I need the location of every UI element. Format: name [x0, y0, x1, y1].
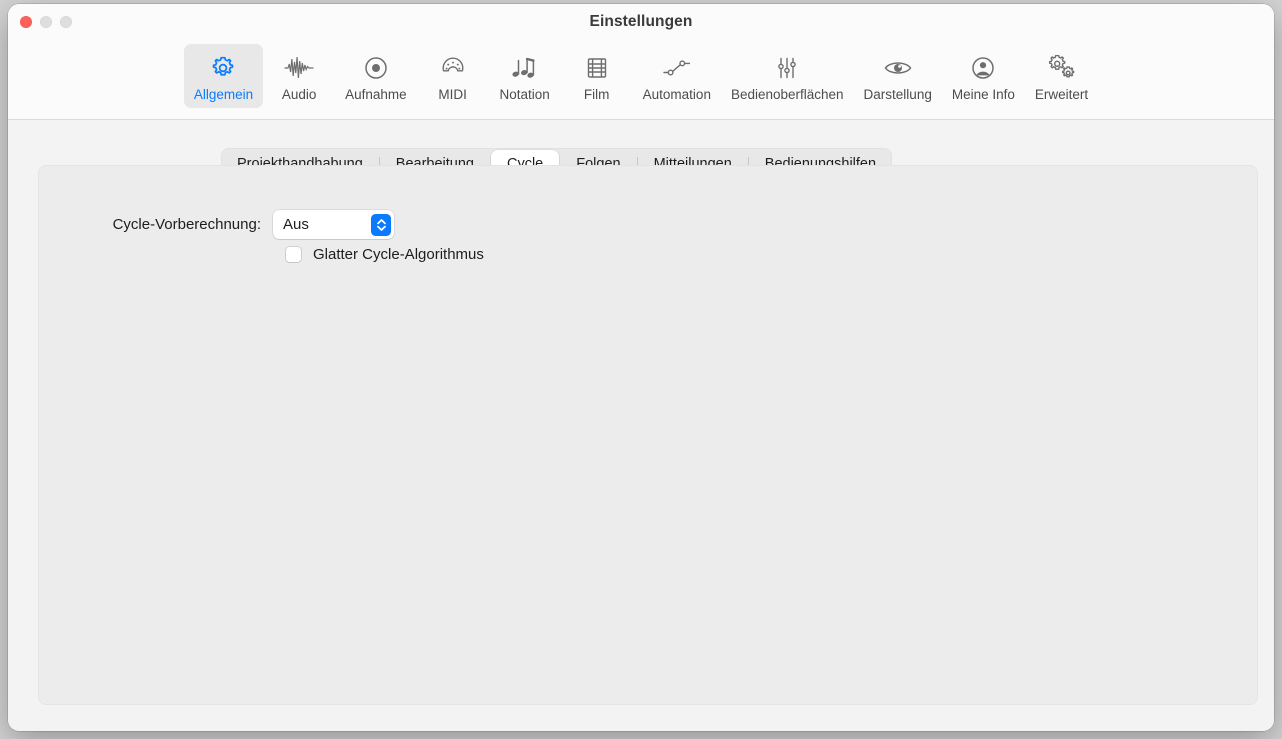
settings-panel: Cycle-Vorberechnung: Aus Glatter Cycle-A… — [38, 165, 1258, 705]
toolbar-item-notation[interactable]: Notation — [489, 44, 561, 108]
toolbar-item-label: Bedienoberflächen — [730, 87, 844, 102]
smooth-cycle-label: Glatter Cycle-Algorithmus — [313, 246, 484, 263]
eye-icon — [883, 53, 913, 83]
preferences-window: Einstellungen Allgemein Audio Aufnahme M… — [8, 4, 1274, 731]
person-circle-icon — [970, 53, 996, 83]
toolbar-item-erweitert[interactable]: Erweitert — [1025, 44, 1098, 108]
toolbar-item-bedienoberflaechen[interactable]: Bedienoberflächen — [721, 44, 854, 108]
toolbar-item-label: Allgemein — [193, 87, 254, 102]
cycle-precompute-popup[interactable]: Aus — [273, 210, 394, 239]
window-title: Einstellungen — [589, 13, 693, 30]
toolbar-item-allgemein[interactable]: Allgemein — [183, 44, 264, 108]
toolbar-item-audio[interactable]: Audio — [263, 44, 335, 108]
toolbar-item-label: Aufnahme — [345, 87, 407, 102]
smooth-cycle-checkbox[interactable] — [286, 247, 301, 262]
music-notes-icon — [511, 53, 539, 83]
automation-node-icon — [662, 53, 692, 83]
toolbar-item-midi[interactable]: MIDI — [417, 44, 489, 108]
titlebar: Einstellungen Allgemein Audio Aufnahme M… — [8, 4, 1274, 120]
record-circle-icon — [363, 53, 389, 83]
gear-icon — [210, 53, 236, 83]
waveform-icon — [284, 53, 314, 83]
toolbar-item-label: Notation — [499, 87, 550, 102]
smooth-cycle-row: Glatter Cycle-Algorithmus — [286, 246, 484, 263]
chevron-up-down-icon — [371, 213, 391, 236]
toolbar-item-film[interactable]: Film — [561, 44, 633, 108]
cycle-precompute-label: Cycle-Vorberechnung: — [112, 216, 261, 233]
toolbar-item-label: Darstellung — [863, 87, 932, 102]
preferences-body: Projekthandhabung Bearbeitung Cycle Folg… — [8, 120, 1274, 731]
toolbar-item-label: Automation — [642, 87, 711, 102]
toolbar-item-label: Audio — [281, 87, 317, 102]
cycle-precompute-row: Cycle-Vorberechnung: Aus — [71, 210, 394, 239]
toolbar-item-darstellung[interactable]: Darstellung — [854, 44, 942, 108]
film-strip-icon — [585, 53, 609, 83]
toolbar-item-aufnahme[interactable]: Aufnahme — [335, 44, 417, 108]
toolbar-item-meine-info[interactable]: Meine Info — [942, 44, 1025, 108]
smooth-cycle-checkbox-row[interactable]: Glatter Cycle-Algorithmus — [286, 246, 484, 263]
toolbar-item-label: Film — [583, 87, 610, 102]
toolbar-item-label: MIDI — [438, 87, 467, 102]
toolbar-item-automation[interactable]: Automation — [633, 44, 721, 108]
toolbar-item-label: Erweitert — [1034, 87, 1089, 102]
sliders-icon — [774, 53, 800, 83]
cycle-precompute-value: Aus — [283, 216, 309, 233]
toolbar-item-label: Meine Info — [951, 87, 1015, 102]
toolbar: Allgemein Audio Aufnahme MIDI Notation F… — [8, 44, 1274, 116]
double-gear-icon — [1048, 53, 1076, 83]
midi-connector-icon — [440, 53, 466, 83]
